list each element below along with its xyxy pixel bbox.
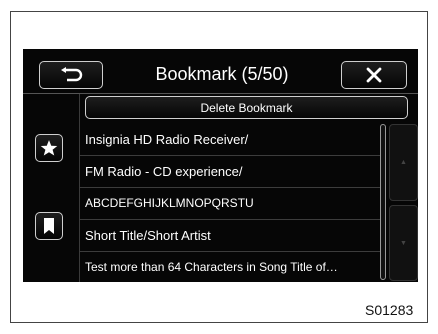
close-button[interactable]: [341, 61, 407, 89]
bookmark-button[interactable]: [35, 212, 63, 240]
scroll-down-button[interactable]: ▼: [389, 205, 418, 281]
list-item[interactable]: FM Radio - CD experience/: [85, 156, 381, 187]
scroll-up-button[interactable]: ▲: [389, 124, 418, 201]
bookmark-icon: [44, 218, 54, 234]
list-item[interactable]: ABCDEFGHIJKLMNOPQRSTU: [85, 188, 381, 219]
chevron-down-icon: ▼: [400, 239, 407, 247]
figure-code: S01283: [365, 302, 414, 318]
back-arrow-icon: [61, 67, 83, 82]
chevron-up-icon: ▲: [400, 159, 407, 166]
delete-bookmark-button[interactable]: Delete Bookmark: [85, 96, 408, 119]
list-item[interactable]: Insignia HD Radio Receiver/: [85, 124, 381, 155]
list-item[interactable]: Short Title/Short Artist: [85, 220, 381, 251]
bookmark-screen: Bookmark (5/50) Delete Bookmark Insignia…: [23, 49, 418, 282]
header-divider: [23, 93, 418, 94]
list-item[interactable]: Test more than 64 Characters in Song Tit…: [85, 252, 381, 282]
page-title: Bookmark (5/50): [155, 64, 289, 84]
close-icon: [366, 67, 382, 83]
star-icon: [40, 140, 58, 156]
scrollbar[interactable]: [380, 124, 386, 280]
side-column: [23, 94, 80, 282]
favorite-button[interactable]: [35, 134, 63, 162]
back-button[interactable]: [39, 61, 103, 89]
